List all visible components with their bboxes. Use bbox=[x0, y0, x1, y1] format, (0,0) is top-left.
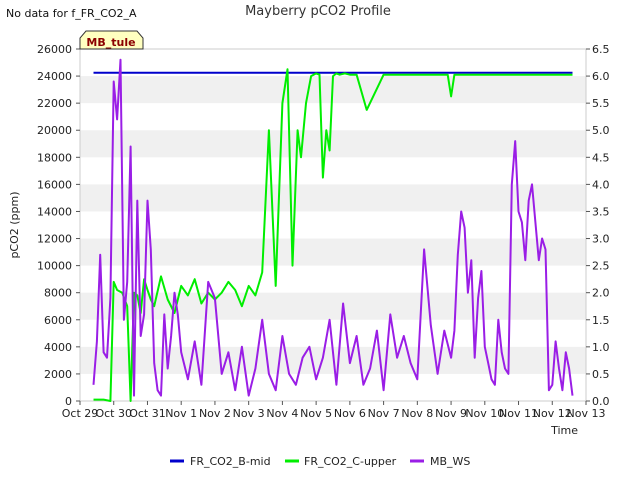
y-tick-label: 10000 bbox=[37, 260, 72, 273]
x-tick-label: Nov 3 bbox=[233, 407, 265, 420]
y-tick-label: 26000 bbox=[37, 43, 72, 56]
y2-tick-label: 1.5 bbox=[592, 314, 610, 327]
grid-band bbox=[80, 130, 586, 158]
y2-tick-label: 4.0 bbox=[592, 178, 610, 191]
x-tick-label: Oct 30 bbox=[95, 407, 132, 420]
legend-label-mb-ws: MB_WS bbox=[430, 455, 470, 468]
y-tick-label: 24000 bbox=[37, 70, 72, 83]
x-tick-label: Nov 2 bbox=[199, 407, 231, 420]
y-tick-label: 18000 bbox=[37, 151, 72, 164]
y2-tick-label: 5.0 bbox=[592, 124, 610, 137]
y2-tick-label: 0.5 bbox=[592, 368, 610, 381]
x-tick-label: Nov 8 bbox=[401, 407, 433, 420]
x-tick-label: Nov 5 bbox=[300, 407, 332, 420]
chart-svg: No data for f_FR_CO2_A Mayberry pCO2 Pro… bbox=[6, 4, 610, 468]
y2-tick-label: 6.5 bbox=[592, 43, 610, 56]
y-tick-label: 2000 bbox=[44, 368, 72, 381]
x-tick-label: Nov 9 bbox=[435, 407, 467, 420]
y-tick-label: 22000 bbox=[37, 97, 72, 110]
y2-tick-label: 3.5 bbox=[592, 205, 610, 218]
y2-tick-label: 2.5 bbox=[592, 260, 610, 273]
y2-tick-label: 3.0 bbox=[592, 233, 610, 246]
y-tick-label: 8000 bbox=[44, 287, 72, 300]
legend-label-fr-co2-c-upper: FR_CO2_C-upper bbox=[304, 455, 397, 468]
x-tick-label: Oct 29 bbox=[62, 407, 99, 420]
y-tick-label: 16000 bbox=[37, 178, 72, 191]
y2-tick-label: 4.5 bbox=[592, 151, 610, 164]
y-tick-label: 4000 bbox=[44, 341, 72, 354]
y-axis-right: 0.00.51.01.52.02.53.03.54.04.55.05.56.06… bbox=[586, 43, 610, 408]
x-tick-label: Nov 4 bbox=[266, 407, 298, 420]
y2-tick-label: 1.0 bbox=[592, 341, 610, 354]
legend-label-fr-co2-b-mid: FR_CO2_B-mid bbox=[190, 455, 271, 468]
y2-tick-label: 5.5 bbox=[592, 97, 610, 110]
x-tick-label: Nov 7 bbox=[368, 407, 400, 420]
site-badge-label: MB_tule bbox=[86, 36, 135, 49]
y2-tick-label: 2.0 bbox=[592, 287, 610, 300]
y2-tick-label: 6.0 bbox=[592, 70, 610, 83]
x-tick-label: Nov 13 bbox=[567, 407, 606, 420]
y-tick-label: 12000 bbox=[37, 233, 72, 246]
x-tick-label: Oct 31 bbox=[129, 407, 166, 420]
x-axis-title: Time bbox=[550, 424, 578, 437]
x-axis: Oct 29Oct 30Oct 31 Nov 1 Nov 2 Nov 3 Nov 4 No… bbox=[62, 401, 606, 420]
grid-band bbox=[80, 184, 586, 212]
no-data-text: No data for f_FR_CO2_A bbox=[6, 7, 137, 20]
x-tick-label: Nov 1 bbox=[165, 407, 197, 420]
y-tick-label: 14000 bbox=[37, 205, 72, 218]
y-tick-label: 6000 bbox=[44, 314, 72, 327]
site-badge: MB_tule bbox=[79, 30, 144, 50]
chart-title: Mayberry pCO2 Profile bbox=[245, 4, 391, 19]
y-axis-left: 0200040006000800010000120001400016000180… bbox=[37, 43, 80, 408]
series-line-mb-ws bbox=[92, 58, 574, 397]
y-tick-label: 20000 bbox=[37, 124, 72, 137]
x-tick-label: Nov 6 bbox=[334, 407, 366, 420]
legend: FR_CO2_B-mid FR_CO2_C-upper MB_WS bbox=[170, 455, 470, 468]
y-axis-title: pCO2 (ppm) bbox=[8, 191, 21, 258]
